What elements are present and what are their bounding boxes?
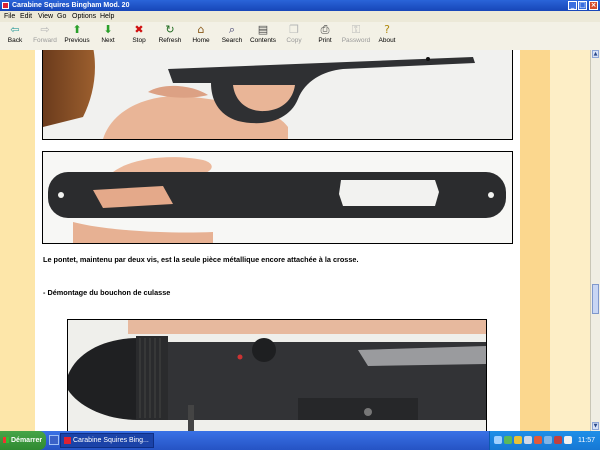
close-button[interactable]: × [589,1,598,10]
toolbar: ⇦ Back ⇨ Forward ⬆ Previous ⬇ Next ✖ Stop ↻ Re… [0,22,600,51]
copy-icon: ❐ [289,23,299,36]
tray-antivirus-icon[interactable] [534,436,542,444]
menu-options[interactable]: Options [72,11,96,22]
photo-trigger-guard-drawing [43,50,512,139]
tray-app-icon[interactable] [554,436,562,444]
tray-network-icon[interactable] [504,436,512,444]
contents-icon: ▤ [257,23,269,36]
refresh-icon: ↻ [165,23,175,36]
left-border-strip [0,50,35,431]
page-content: Le pontet, maintenu par deux vis, est la… [35,50,520,431]
next-button[interactable]: ⬇ Next [93,23,123,49]
window-title-bar[interactable]: Carabine Squires Bingham Mod. 20 _ □ × [0,0,600,11]
back-button[interactable]: ⇦ Back [0,23,30,49]
menu-go[interactable]: Go [57,11,66,22]
menu-edit[interactable]: Edit [20,11,32,22]
caption-trigger-guard: Le pontet, maintenu par deux vis, est la… [43,255,359,264]
copy-button[interactable]: ❐ Copy [279,23,309,49]
start-button[interactable]: Démarrer [0,431,46,450]
scroll-up-button[interactable]: ▲ [592,50,599,58]
right-border-strip-light [550,50,590,431]
system-tray: 11:57 [489,431,600,450]
tray-security-icon[interactable] [514,436,522,444]
stop-icon: ✖ [134,23,144,36]
forward-button[interactable]: ⇨ Forward [30,23,60,49]
menu-bar: File Edit View Go Options Help [0,11,600,22]
tray-volume-icon[interactable] [524,436,532,444]
print-icon: ⎙ [320,23,330,36]
photo-bolt-plug-drawing [68,320,486,431]
app-icon [2,2,9,9]
home-icon: ⌂ [197,23,205,36]
about-question-icon: ? [384,23,390,36]
clock[interactable]: 11:57 [578,431,595,450]
search-icon: ⌕ [228,23,236,36]
taskbar: Démarrer Carabine Squires Bing... 11:57 [0,431,600,450]
forward-arrow-icon: ⇨ [40,23,50,36]
back-arrow-icon: ⇦ [10,23,20,36]
tray-update-icon[interactable] [544,436,552,444]
down-arrow-icon: ⬇ [103,23,113,36]
vertical-scrollbar[interactable]: ▲ ▼ [590,50,600,431]
section-heading-bolt-plug: - Démontage du bouchon de culasse [43,288,171,297]
menu-help[interactable]: Help [100,11,114,22]
app-icon [64,436,71,444]
scroll-down-button[interactable]: ▼ [592,422,599,430]
stop-button[interactable]: ✖ Stop [124,23,154,49]
windows-logo-icon [3,437,9,444]
contents-button[interactable]: ▤ Contents [248,23,278,49]
photo-metal-plate [42,151,513,244]
home-button[interactable]: ⌂ Home [186,23,216,49]
photo-metal-plate-drawing [43,152,512,243]
tray-expand-icon[interactable] [494,436,502,444]
photo-trigger-guard [42,50,513,140]
quicklaunch-desktop-icon[interactable] [49,435,59,445]
password-button[interactable]: ⚿ Password [341,23,371,49]
search-button[interactable]: ⌕ Search [217,23,247,49]
up-arrow-icon: ⬆ [72,23,82,36]
menu-view[interactable]: View [38,11,53,22]
previous-button[interactable]: ⬆ Previous [62,23,92,49]
content-viewport[interactable]: Le pontet, maintenu par deux vis, est la… [0,50,590,431]
tray-misc-icon[interactable] [564,436,572,444]
maximize-button[interactable]: □ [578,1,587,10]
about-button[interactable]: ? About [372,23,402,49]
photo-bolt-plug [67,319,487,431]
password-key-icon: ⚿ [351,23,361,36]
menu-file[interactable]: File [4,11,15,22]
scrollbar-thumb[interactable] [592,284,599,314]
taskbar-item-browser[interactable]: Carabine Squires Bing... [60,433,154,448]
window-title: Carabine Squires Bingham Mod. 20 [12,2,130,9]
right-border-strip-dark [520,50,550,431]
refresh-button[interactable]: ↻ Refresh [155,23,185,49]
minimize-button[interactable]: _ [568,1,577,10]
print-button[interactable]: ⎙ Print [310,23,340,49]
